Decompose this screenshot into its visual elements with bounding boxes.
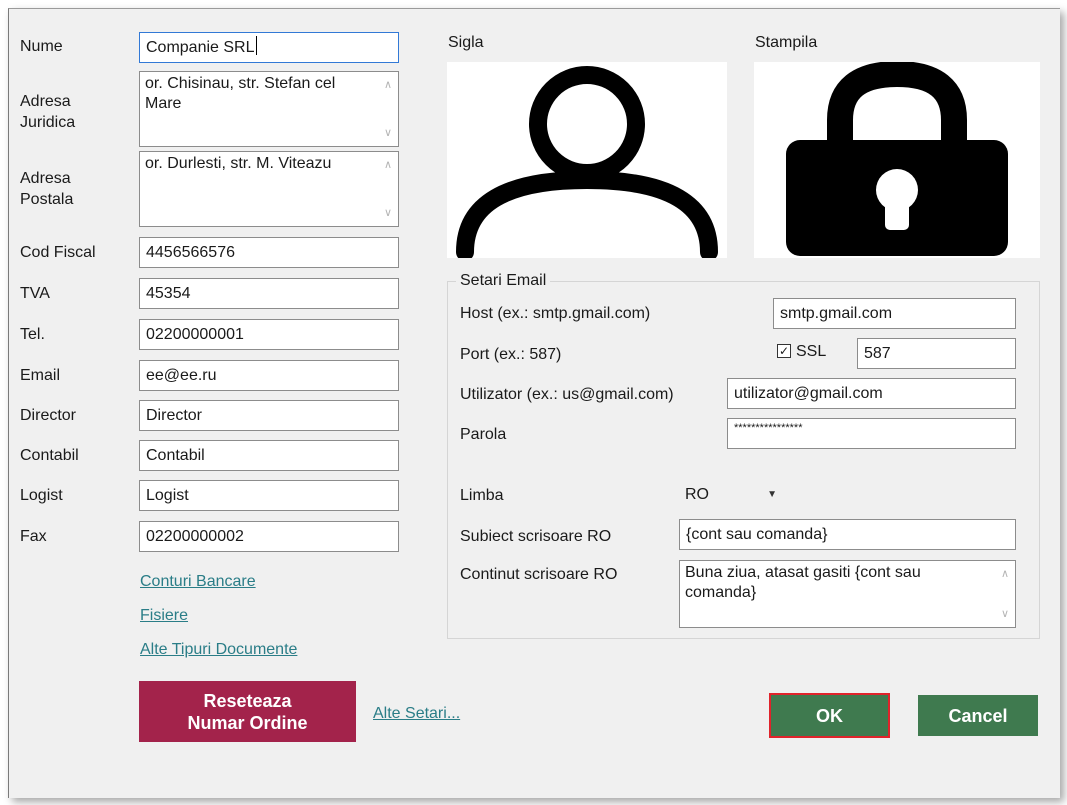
fax-input[interactable]: 02200000002: [139, 521, 399, 552]
subject-input[interactable]: {cont sau comanda}: [679, 519, 1016, 550]
tva-input[interactable]: 45354: [139, 278, 399, 309]
reset-order-number-button[interactable]: Reseteaza Numar Ordine: [139, 681, 356, 742]
stampila-image[interactable]: [754, 60, 1040, 258]
label-logist: Logist: [20, 487, 63, 504]
dropdown-arrow-icon[interactable]: ▼: [767, 479, 777, 510]
company-settings-dialog: Nume Companie SRL Adresa Juridica or. Ch…: [8, 8, 1060, 798]
scroll-up-icon[interactable]: ∧: [381, 158, 395, 172]
password-label: Parola: [460, 426, 507, 443]
label-adresa-postala-2: Postala: [20, 191, 74, 208]
adresa-juridica-scrollbar[interactable]: ∧ ∨: [381, 76, 395, 142]
label-cod-fiscal: Cod Fiscal: [20, 244, 96, 261]
label-adresa-juridica-2: Juridica: [20, 114, 76, 131]
conturi-bancare-link[interactable]: Conturi Bancare: [140, 572, 256, 592]
label-director: Director: [20, 407, 77, 424]
adresa-postala-textarea[interactable]: or. Durlesti, str. M. Viteazu ∧ ∨: [139, 151, 399, 227]
scroll-up-icon[interactable]: ∧: [381, 78, 395, 92]
reset-button-line2: Numar Ordine: [187, 712, 308, 733]
cod-fiscal-input[interactable]: 4456566576: [139, 237, 399, 268]
contabil-input[interactable]: Contabil: [139, 440, 399, 471]
ok-button[interactable]: OK: [769, 693, 890, 738]
host-input[interactable]: smtp.gmail.com: [773, 298, 1016, 329]
tel-input[interactable]: 02200000001: [139, 319, 399, 350]
scroll-down-icon[interactable]: ∨: [381, 206, 395, 220]
fisiere-link[interactable]: Fisiere: [140, 606, 188, 626]
stampila-label: Stampila: [755, 34, 818, 51]
label-tva: TVA: [20, 285, 50, 302]
language-label: Limba: [460, 487, 504, 504]
email-input[interactable]: ee@ee.ru: [139, 360, 399, 391]
ssl-checkbox[interactable]: ✓: [777, 344, 791, 358]
body-textarea[interactable]: Buna ziua, atasat gasiti {cont sau coman…: [679, 560, 1016, 628]
port-label: Port (ex.: 587): [460, 346, 562, 363]
reset-button-line1: Reseteaza: [203, 690, 292, 711]
label-fax: Fax: [20, 528, 47, 545]
port-input[interactable]: 587: [857, 338, 1016, 369]
ssl-label: SSL: [796, 343, 827, 360]
sigla-image[interactable]: [447, 62, 727, 261]
director-input[interactable]: Director: [139, 400, 399, 431]
user-icon: [456, 66, 718, 261]
alte-setari-link[interactable]: Alte Setari...: [373, 704, 460, 724]
logist-input[interactable]: Logist: [139, 480, 399, 511]
subject-label: Subiect scrisoare RO: [460, 528, 612, 545]
scroll-down-icon[interactable]: ∨: [998, 607, 1012, 621]
scroll-down-icon[interactable]: ∨: [381, 126, 395, 140]
nume-input[interactable]: Companie SRL: [139, 32, 399, 63]
label-email: Email: [20, 367, 61, 384]
adresa-juridica-textarea[interactable]: or. Chisinau, str. Stefan cel Mare ∧ ∨: [139, 71, 399, 147]
host-label: Host (ex.: smtp.gmail.com): [460, 305, 651, 322]
alte-tipuri-documente-link[interactable]: Alte Tipuri Documente: [140, 640, 297, 660]
user-input[interactable]: utilizator@gmail.com: [727, 378, 1016, 409]
user-label: Utilizator (ex.: us@gmail.com): [460, 386, 674, 403]
scroll-up-icon[interactable]: ∧: [998, 567, 1012, 581]
cancel-button[interactable]: Cancel: [918, 695, 1038, 736]
adresa-postala-scrollbar[interactable]: ∧ ∨: [381, 156, 395, 222]
body-scrollbar[interactable]: ∧ ∨: [998, 565, 1012, 623]
label-contabil: Contabil: [20, 447, 79, 464]
label-nume: Nume: [20, 38, 63, 55]
label-adresa-postala-1: Adresa: [20, 170, 71, 187]
lock-icon: [786, 60, 1008, 256]
password-input[interactable]: ****************: [727, 418, 1016, 449]
language-select[interactable]: RO ▼: [685, 479, 777, 510]
email-settings-title: Setari Email: [456, 271, 551, 291]
label-adresa-juridica-1: Adresa: [20, 93, 71, 110]
label-tel: Tel.: [20, 326, 45, 343]
sigla-label: Sigla: [448, 34, 484, 51]
body-label: Continut scrisoare RO: [460, 566, 618, 583]
